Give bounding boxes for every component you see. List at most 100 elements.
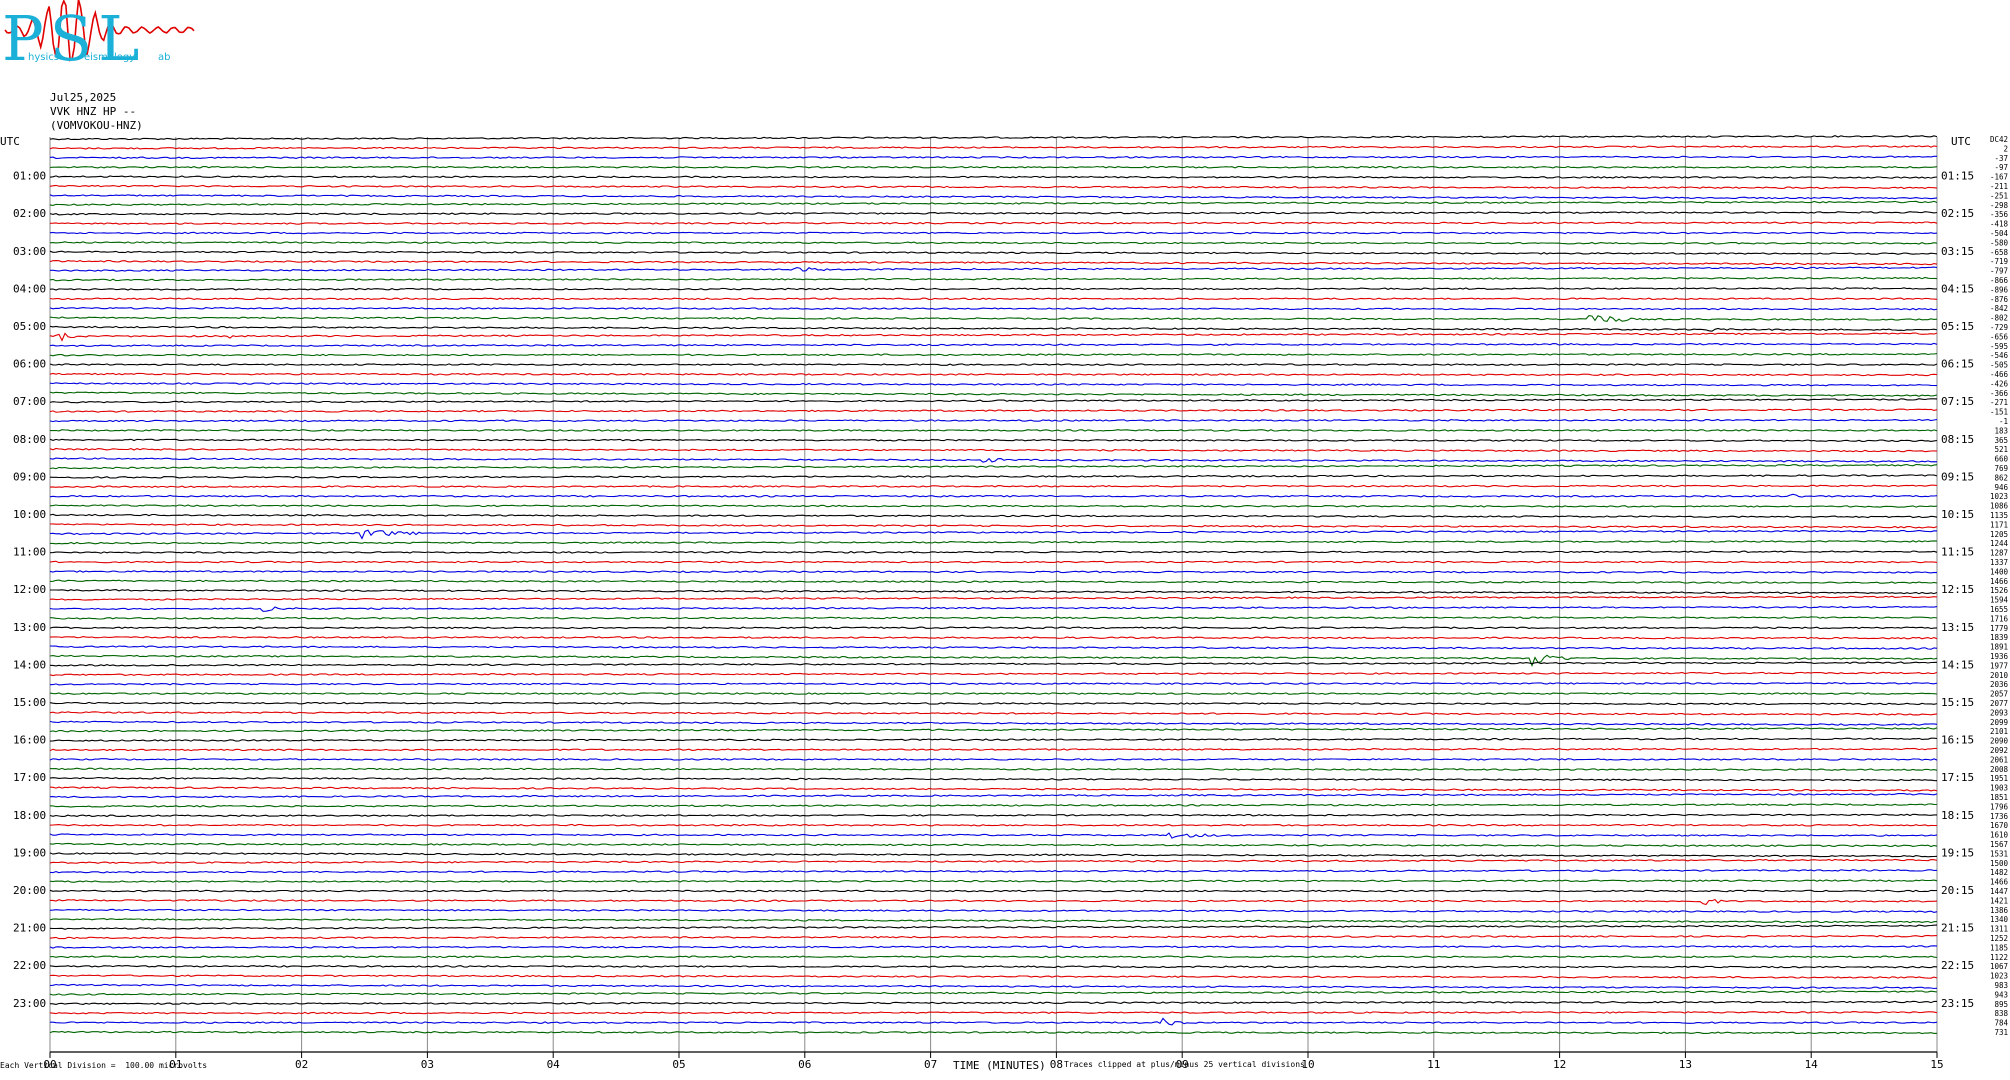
left-hour-labels: 01:00 02:00 03:00 04:00 05:00 06:00 07:00 08:00… [13, 170, 46, 1010]
hour-label-left: 02:00 [13, 207, 46, 220]
offset-label: -719 [1990, 257, 2008, 266]
trace-line [49, 758, 1938, 761]
offset-label: 1086 [1990, 502, 2009, 511]
offset-label: 2077 [1990, 699, 2008, 708]
trace-line [49, 306, 1938, 311]
trace-line [50, 429, 1938, 432]
logo-caption: ab [158, 52, 170, 63]
offset-label: 1447 [1990, 887, 2008, 896]
trace-line [49, 504, 1938, 508]
helicorder-plot: PSLhysics eismology ab 01:00 02:00 03:00 04:0… [0, 0, 2009, 1071]
trace-line [50, 266, 1938, 272]
hour-label-left: 05:00 [13, 320, 46, 333]
offset-label: 1851 [1990, 793, 2008, 802]
scale-note: Each Vertical Division = 100.00 microvol… [0, 1061, 208, 1070]
offset-label: 1567 [1990, 840, 2008, 849]
offset-label: -271 [1990, 398, 2008, 407]
offset-label: 1655 [1990, 605, 2008, 614]
offset-label: 1311 [1990, 925, 2008, 934]
trace-line [49, 1030, 1938, 1035]
logo-letters: PSL [2, 2, 145, 75]
right-hour-labels: 01:15 02:15 03:15 04:15 05:15 06:15 07:15 08:15… [1941, 170, 1974, 1010]
trace-line [49, 924, 1938, 930]
hour-label-left: 18:00 [13, 809, 46, 822]
hour-label-left: 10:00 [13, 508, 46, 521]
trace-line [49, 793, 1938, 799]
header-date: Jul25,2025 [50, 91, 117, 104]
offset-label: 1594 [1990, 596, 2009, 605]
logo-caption: eismology [84, 52, 135, 63]
trace-line [49, 645, 1938, 650]
trace-line [49, 241, 1938, 245]
offset-label: 2010 [1990, 671, 2009, 680]
trace-line [49, 823, 1938, 827]
offset-label: 1421 [1990, 896, 2008, 905]
offset-label: -298 [1990, 201, 2009, 210]
offset-label: 1779 [1990, 624, 2008, 633]
offset-label: 1067 [1990, 962, 2008, 971]
trace-line [49, 701, 1938, 706]
hour-label-left: 13:00 [13, 621, 46, 634]
offset-label: 1466 [1990, 878, 2009, 887]
hour-label-right: 03:15 [1941, 245, 1974, 258]
hour-label-right: 08:15 [1941, 433, 1974, 446]
offset-label: 1340 [1990, 915, 2009, 924]
trace-line [49, 447, 1938, 453]
offset-label: 1977 [1990, 661, 2008, 670]
trace-line [49, 934, 1938, 940]
trace-line [49, 842, 1938, 848]
offset-label: 1526 [1990, 586, 2009, 595]
trace-line [50, 1017, 1938, 1026]
right-axis-title: UTC [1951, 135, 1971, 148]
x-tick-label: 06 [798, 1058, 811, 1071]
offset-label: -466 [1990, 370, 2009, 379]
offset-label: 946 [1994, 483, 2008, 492]
trace-line [49, 682, 1938, 686]
offset-label: -656 [1990, 332, 2009, 341]
trace-line [49, 879, 1938, 883]
offset-label: 769 [1994, 464, 2008, 473]
trace-line [49, 813, 1937, 818]
trace-line [49, 474, 1938, 479]
trace-line [49, 671, 1938, 677]
offset-label: 1171 [1990, 520, 2008, 529]
hour-label-left: 08:00 [13, 433, 46, 446]
trace-line [49, 463, 1938, 470]
offset-label: -1 [1999, 417, 2008, 426]
offset-label: 1670 [1990, 821, 2009, 830]
offset-label: -505 [1990, 361, 2008, 370]
hour-label-left: 06:00 [13, 358, 46, 371]
offset-label: 1936 [1990, 652, 2009, 661]
trace-line [49, 155, 1937, 159]
hour-label-right: 17:15 [1941, 771, 1974, 784]
trace-line [49, 418, 1938, 423]
trace-line [49, 398, 1938, 404]
trace-line [49, 457, 1938, 463]
offset-label: 943 [1994, 990, 2008, 999]
offset-label: 1500 [1990, 859, 2009, 868]
x-tick-label: 04 [547, 1058, 561, 1071]
offset-label: 2061 [1990, 755, 2008, 764]
trace-line [49, 990, 1938, 996]
trace-line [49, 964, 1938, 969]
logo-caption: hysics [28, 52, 59, 63]
offset-label: 521 [1994, 445, 2008, 454]
trace-line [49, 945, 1938, 949]
trace-line [49, 513, 1938, 519]
trace-line [49, 852, 1938, 858]
trace-line [49, 550, 1938, 554]
offset-label: 1252 [1990, 934, 2008, 943]
offset-label: -802 [1990, 314, 2008, 323]
trace-line [49, 194, 1938, 200]
offset-label: 1891 [1990, 643, 2008, 652]
trace-line [49, 889, 1938, 893]
trace-line [49, 438, 1938, 442]
hour-label-right: 04:15 [1941, 282, 1974, 295]
trace-line [49, 955, 1938, 959]
offset-label: 365 [1994, 436, 2008, 445]
trace-line [49, 974, 1938, 979]
offset-label: -866 [1990, 276, 2009, 285]
offset-label: DC42 [1990, 135, 2008, 144]
offset-label: -595 [1990, 342, 2008, 351]
offset-label: -211 [1990, 182, 2008, 191]
